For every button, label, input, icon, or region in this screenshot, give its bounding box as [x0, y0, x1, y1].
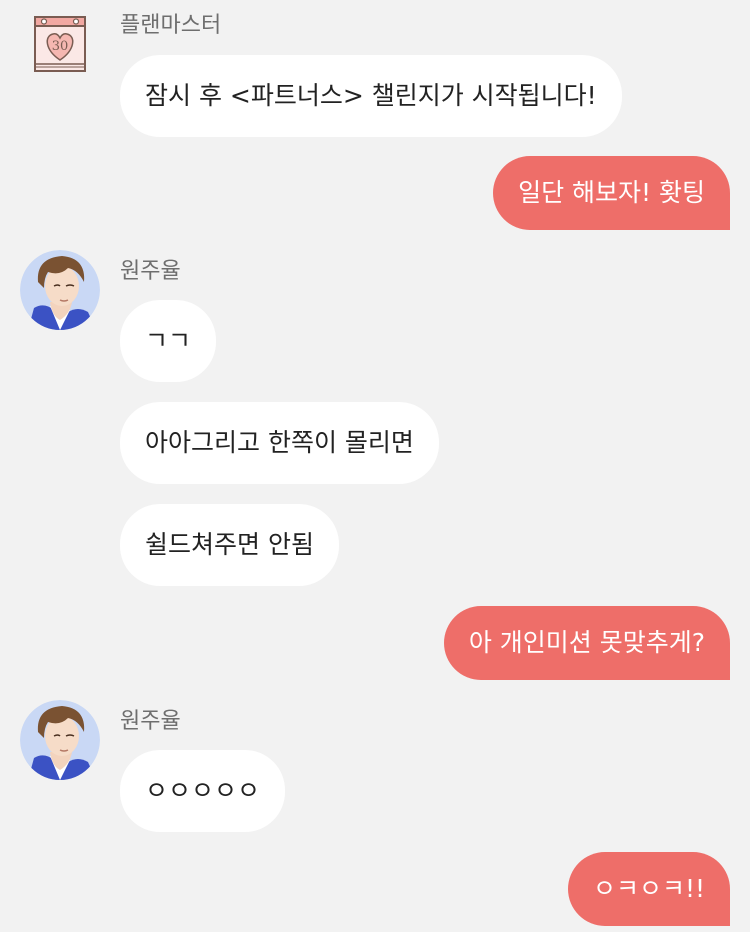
- heart-calendar-icon: 30: [30, 14, 90, 74]
- sender-name: 플랜마스터: [120, 13, 222, 38]
- outgoing-message-bubble: 일단 해보자! 홧팅: [493, 156, 730, 230]
- avatar[interactable]: [20, 250, 100, 330]
- outgoing-message-bubble: ㅇㅋㅇㅋ!!: [567, 852, 730, 926]
- incoming-message-bubble: 아아그리고 한쪽이 몰리면: [120, 402, 439, 484]
- incoming-message-bubble: 쉴드쳐주면 안됨: [120, 504, 339, 586]
- incoming-message-bubble: ㅇㅇㅇㅇㅇ: [120, 750, 286, 832]
- calendar-number: 30: [52, 39, 69, 54]
- sender-name: 원주율: [120, 709, 181, 734]
- avatar[interactable]: [20, 700, 100, 780]
- incoming-message-bubble: ㄱㄱ: [120, 300, 217, 382]
- outgoing-message-bubble: 아 개인미션 못맞추게?: [443, 606, 730, 680]
- sender-name: 원주율: [120, 259, 181, 284]
- incoming-message-bubble: 잠시 후 <파트너스> 챌린지가 시작됩니다!: [120, 55, 622, 137]
